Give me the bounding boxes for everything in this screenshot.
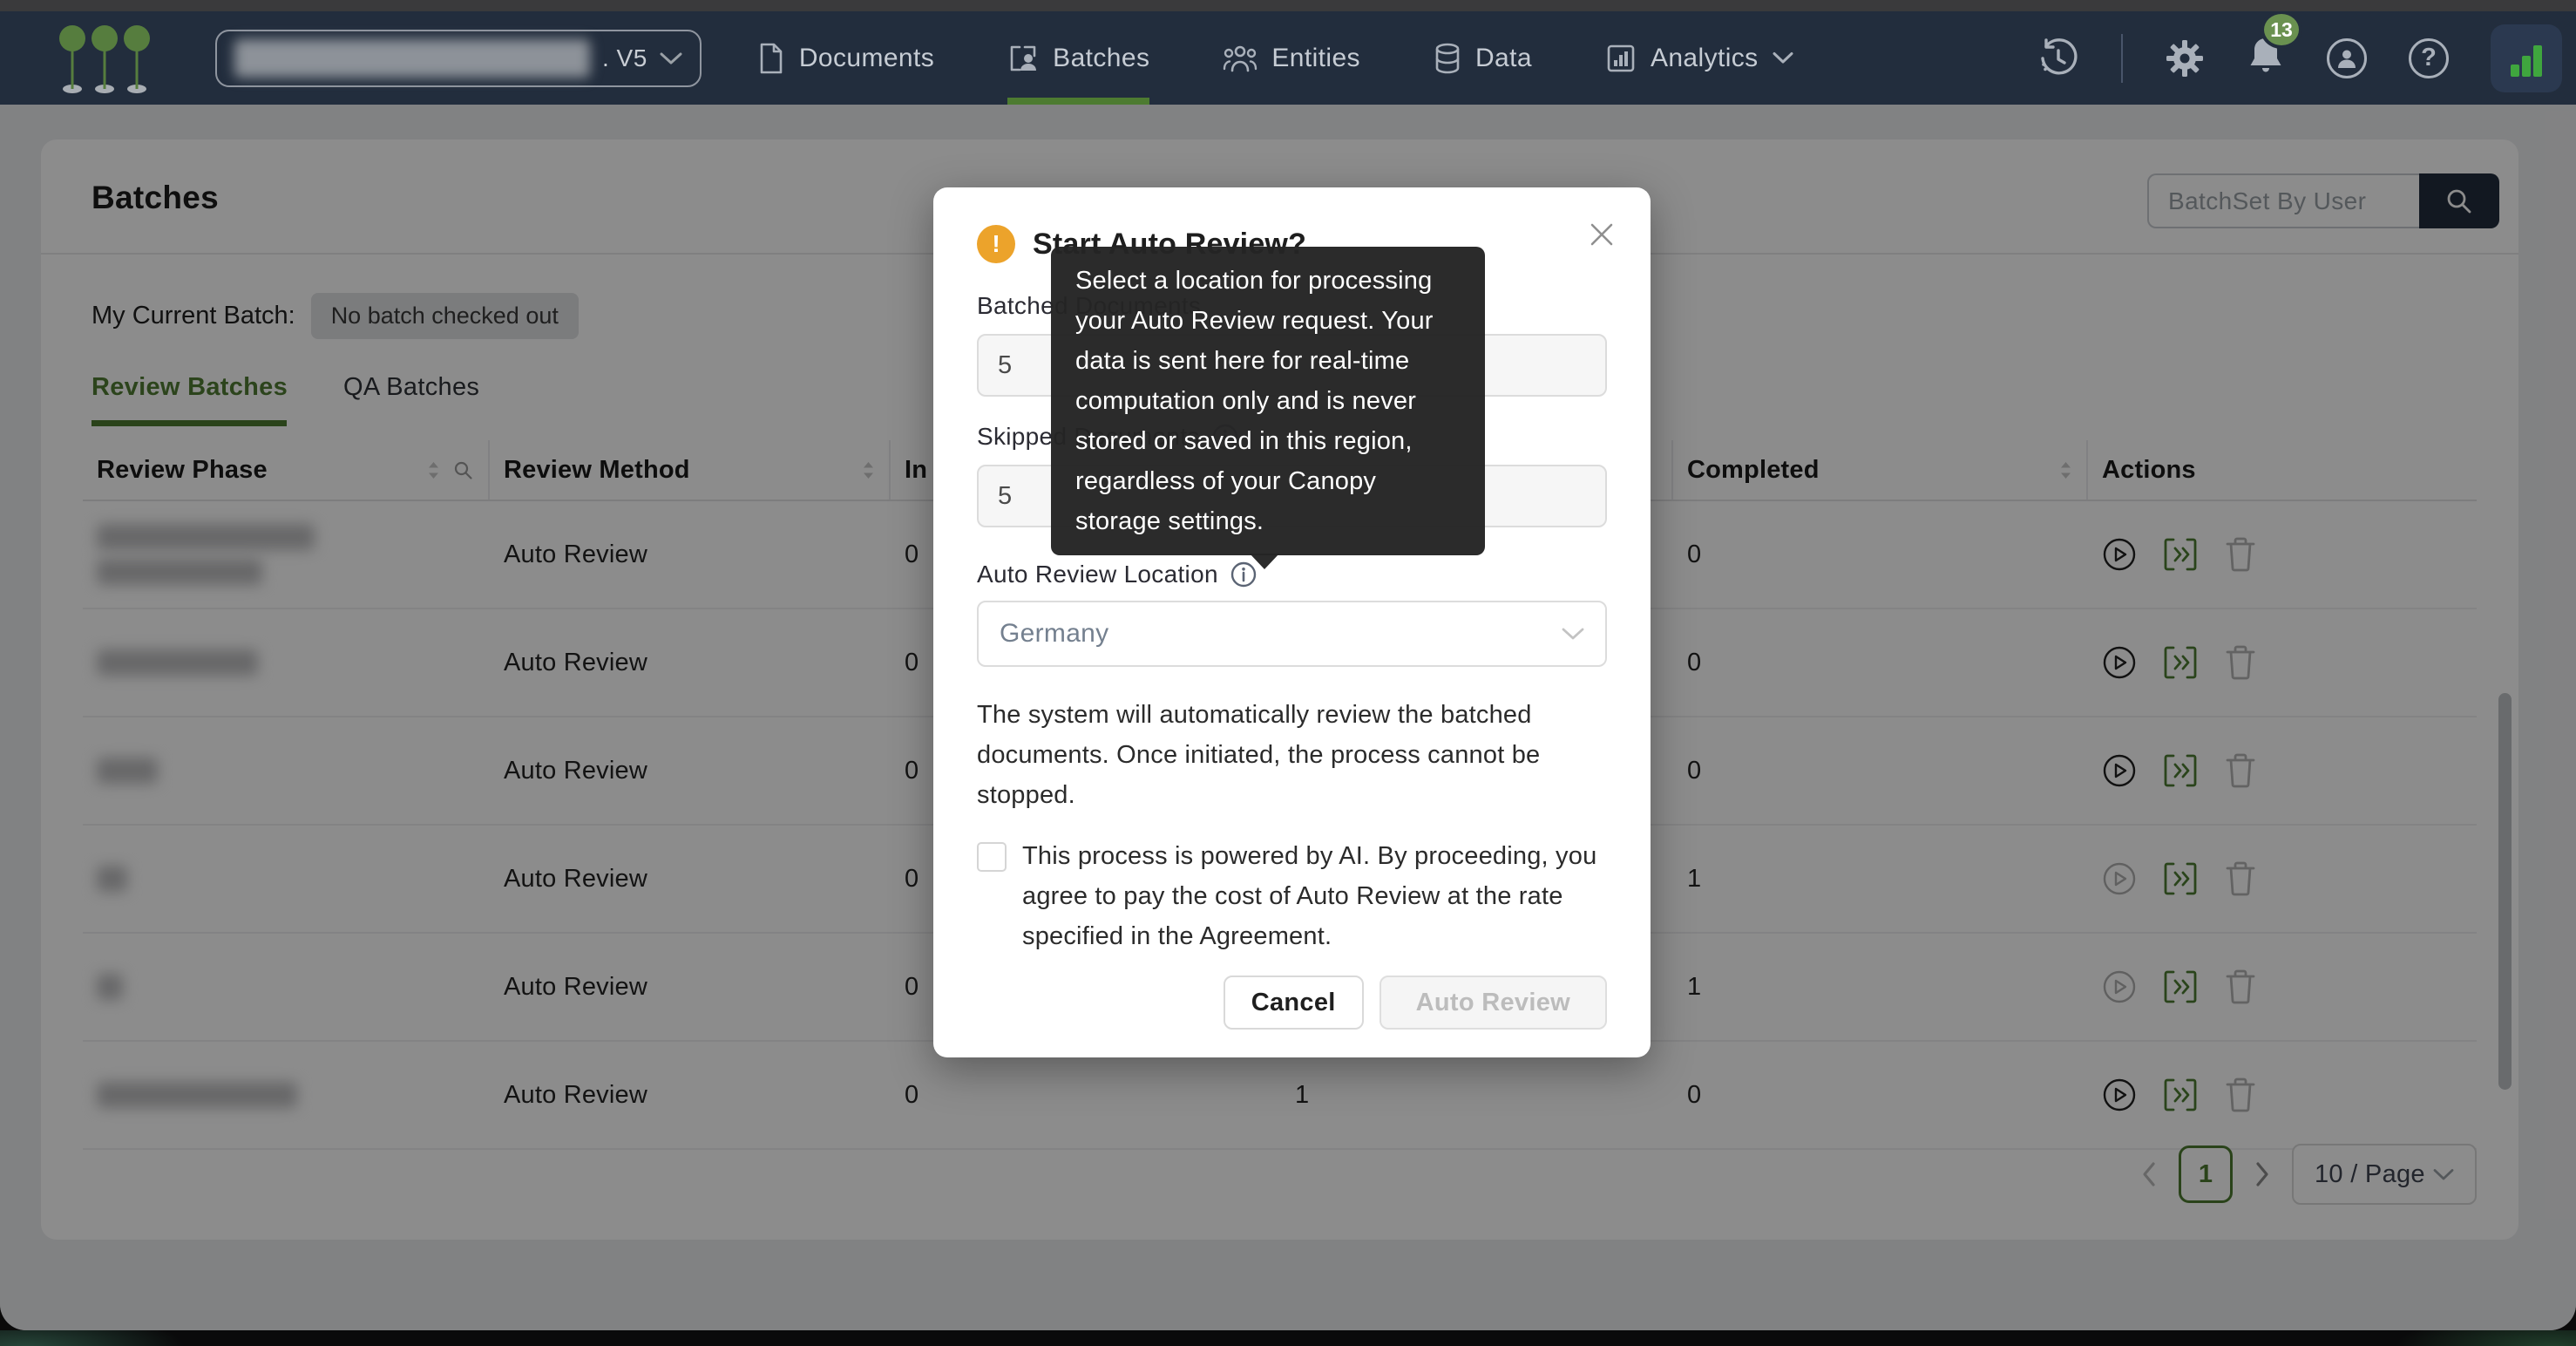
auto-review-button[interactable]: Auto Review	[1380, 976, 1607, 1030]
question-mark-icon: ?	[2421, 44, 2437, 72]
tab-label: Data	[1475, 44, 1532, 73]
tab-label: Batches	[1053, 44, 1149, 73]
batches-icon	[1007, 43, 1039, 74]
analytics-icon	[1605, 43, 1637, 74]
tab-analytics[interactable]: Analytics	[1605, 11, 1793, 105]
gear-icon	[2165, 38, 2205, 78]
chevron-down-icon	[1773, 51, 1793, 65]
chevron-down-icon	[1562, 627, 1584, 641]
window-top-strip	[0, 0, 2576, 11]
tab-entities[interactable]: Entities	[1223, 11, 1360, 105]
workspace-selector[interactable]: . V5	[215, 30, 702, 87]
workspace-version: . V5	[602, 44, 647, 72]
tab-data[interactable]: Data	[1434, 11, 1532, 105]
location-select[interactable]: Germany	[977, 601, 1607, 667]
modal-body-text: The system will automatically review the…	[977, 695, 1607, 815]
notifications-button[interactable]: 13	[2247, 35, 2285, 81]
tab-label: Entities	[1271, 44, 1360, 73]
tooltip-arrow	[1250, 554, 1279, 569]
canopy-logo-icon[interactable]	[59, 21, 150, 96]
tab-batches[interactable]: Batches	[1007, 11, 1149, 105]
modal-footer: Cancel Auto Review	[977, 976, 1607, 1030]
tab-label: Documents	[799, 44, 934, 73]
close-icon	[1588, 221, 1616, 248]
history-button[interactable]	[2037, 37, 2079, 79]
active-tab-underline	[1007, 98, 1149, 105]
warning-icon: !	[977, 225, 1015, 263]
signal-bars-icon	[2507, 40, 2545, 78]
nav-divider	[2121, 34, 2123, 83]
app-window: . V5 Documents Batches Entities Data	[0, 11, 2576, 1330]
top-nav: . V5 Documents Batches Entities Data	[0, 11, 2576, 105]
ai-consent-label: This process is powered by AI. By procee…	[1022, 836, 1607, 956]
entities-icon	[1223, 43, 1257, 74]
tab-documents[interactable]: Documents	[757, 11, 934, 105]
ai-consent-checkbox[interactable]	[977, 842, 1007, 872]
database-icon	[1434, 42, 1461, 75]
nav-tabs: Documents Batches Entities Data Analytic…	[757, 11, 1867, 105]
document-icon	[757, 42, 785, 75]
settings-button[interactable]	[2165, 38, 2205, 78]
usage-meter-button[interactable]	[2491, 24, 2562, 92]
workspace-name-redacted	[234, 39, 590, 78]
chevron-down-icon	[660, 51, 682, 65]
cancel-button[interactable]: Cancel	[1224, 976, 1364, 1030]
page-content: Batches My Current Batch: No batch check…	[0, 105, 2576, 1330]
desktop-background	[0, 1330, 2576, 1346]
ai-consent-row: This process is powered by AI. By procee…	[977, 836, 1607, 956]
profile-button[interactable]	[2327, 38, 2367, 78]
history-icon	[2037, 37, 2079, 79]
location-tooltip: Select a location for processing your Au…	[1051, 247, 1485, 555]
tab-label: Analytics	[1651, 44, 1759, 73]
notification-badge: 13	[2261, 11, 2302, 49]
help-button[interactable]: ?	[2409, 38, 2449, 78]
auto-review-location-label: Auto Review Location	[977, 561, 1607, 588]
close-button[interactable]	[1588, 221, 1616, 248]
user-icon	[2335, 47, 2358, 70]
nav-right-icons: 13 ?	[2037, 24, 2576, 92]
